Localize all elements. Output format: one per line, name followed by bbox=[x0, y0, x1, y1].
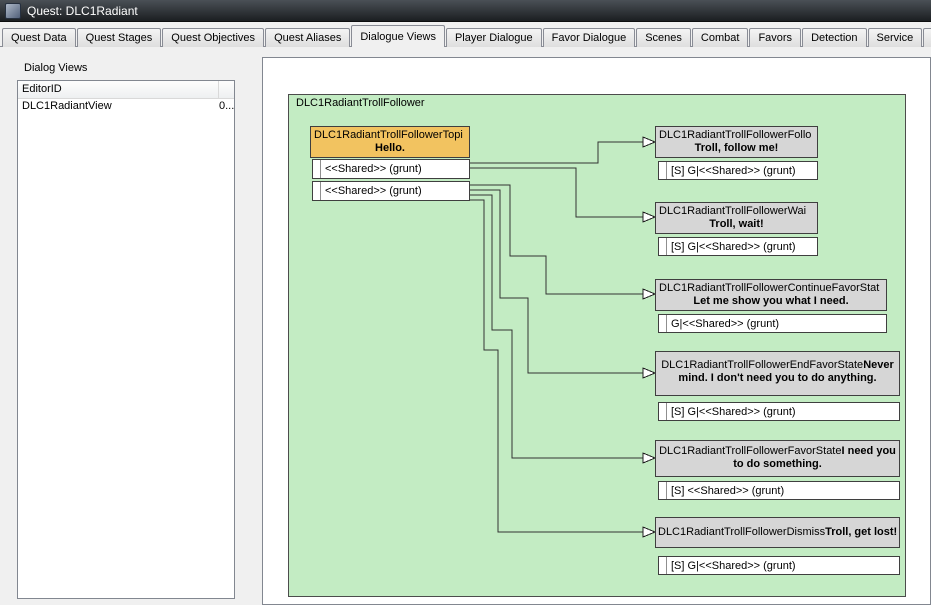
row-gutter bbox=[659, 162, 667, 179]
dialogue-node-favor-state-info-row[interactable]: [S] <<Shared>> (grunt) bbox=[658, 481, 900, 500]
dialogue-node-end-favor-info-row[interactable]: [S] G|<<Shared>> (grunt) bbox=[658, 402, 900, 421]
tab-combat[interactable]: Combat bbox=[691, 28, 749, 47]
dialogue-node-follow-info-row[interactable]: [S] G|<<Shared>> (grunt) bbox=[658, 161, 818, 180]
dialogue-node-title: DLC1RadiantTrollFollowerFollo bbox=[659, 129, 812, 141]
dialogue-node-text: Troll, get lost! bbox=[825, 526, 898, 538]
dialogue-node-title: DLC1RadiantTrollFollowerWai bbox=[659, 205, 807, 217]
tab-quest-aliases[interactable]: Quest Aliases bbox=[265, 28, 351, 47]
row-gutter bbox=[659, 557, 667, 574]
tab-detection[interactable]: Detection bbox=[802, 28, 867, 47]
dialogue-node-title: DLC1RadiantTrollFollowerTopi bbox=[314, 129, 463, 141]
tab-quest-stages[interactable]: Quest Stages bbox=[76, 28, 162, 47]
tab-favors[interactable]: Favors bbox=[749, 28, 802, 47]
dialogue-node-title: DLC1RadiantTrollFollowerFavorState bbox=[659, 445, 842, 457]
dialogue-node-wait-header[interactable]: DLC1RadiantTrollFollowerWai Troll, wait! bbox=[655, 202, 818, 234]
tab-misc[interactable]: Misc bbox=[923, 28, 931, 47]
dialogue-node-title: DLC1RadiantTrollFollowerContinueFavorSta… bbox=[659, 282, 880, 294]
shared-info-label: <<Shared>> (grunt) bbox=[325, 163, 422, 175]
tab-player-dialogue[interactable]: Player Dialogue bbox=[445, 28, 542, 47]
dialogue-node-end-favor-header[interactable]: DLC1RadiantTrollFollowerEndFavorStateNev… bbox=[655, 351, 900, 396]
dialogue-node-text: Hello. bbox=[375, 142, 405, 154]
column-header-editorid[interactable]: EditorID bbox=[18, 81, 219, 98]
dialogue-node-title: DLC1RadiantTrollFollowerEndFavorState bbox=[661, 359, 864, 371]
dialogue-node-root-info-row[interactable]: <<Shared>> (grunt) bbox=[312, 181, 470, 201]
shared-info-label: [S] G|<<Shared>> (grunt) bbox=[671, 164, 796, 177]
row-gutter bbox=[313, 182, 321, 200]
tab-service[interactable]: Service bbox=[867, 28, 923, 47]
dialogue-node-root-header[interactable]: DLC1RadiantTrollFollowerTopi Hello. bbox=[310, 126, 470, 158]
window-title: Quest: DLC1Radiant bbox=[27, 3, 138, 18]
shared-info-label: G|<<Shared>> (grunt) bbox=[671, 317, 780, 330]
dialogue-node-wait-info-row[interactable]: [S] G|<<Shared>> (grunt) bbox=[658, 237, 818, 256]
dialogue-node-root-info-row[interactable]: <<Shared>> (grunt) bbox=[312, 159, 470, 179]
tab-strip: Quest Data Quest Stages Quest Objectives… bbox=[2, 25, 931, 47]
dialog-views-list[interactable]: EditorID DLC1RadiantView 0... bbox=[17, 80, 235, 599]
tab-favor-dialogue[interactable]: Favor Dialogue bbox=[542, 28, 636, 47]
app-icon bbox=[5, 2, 21, 19]
tab-dialogue-views[interactable]: Dialogue Views bbox=[351, 25, 445, 47]
row-gutter bbox=[313, 160, 321, 178]
dialog-views-label: Dialog Views bbox=[24, 62, 88, 74]
row-gutter bbox=[659, 238, 667, 255]
list-item-editorid: DLC1RadiantView bbox=[22, 100, 112, 112]
row-gutter bbox=[659, 315, 667, 332]
dialogue-node-text: Troll, follow me! bbox=[694, 142, 779, 154]
shared-info-label: [S] G|<<Shared>> (grunt) bbox=[671, 240, 796, 253]
dialogue-node-text: Let me show you what I need. bbox=[693, 295, 849, 307]
row-gutter bbox=[659, 403, 667, 420]
dialogue-node-follow-header[interactable]: DLC1RadiantTrollFollowerFollo Troll, fol… bbox=[655, 126, 818, 158]
tab-quest-objectives[interactable]: Quest Objectives bbox=[162, 28, 265, 47]
dialogue-node-continue-favor-info-row[interactable]: G|<<Shared>> (grunt) bbox=[658, 314, 887, 333]
shared-info-label: [S] G|<<Shared>> (grunt) bbox=[671, 405, 796, 418]
list-item-value: 0... bbox=[219, 100, 234, 112]
dialogue-node-continue-favor-header[interactable]: DLC1RadiantTrollFollowerContinueFavorSta… bbox=[655, 279, 887, 311]
row-gutter bbox=[659, 482, 667, 499]
shared-info-label: [S] <<Shared>> (grunt) bbox=[671, 484, 785, 497]
dialogue-branch-label: DLC1RadiantTrollFollower bbox=[296, 97, 425, 109]
column-header-extra[interactable] bbox=[219, 81, 234, 98]
dialogue-node-title: DLC1RadiantTrollFollowerDismiss bbox=[658, 526, 826, 538]
dialogue-node-dismiss-info-row[interactable]: [S] G|<<Shared>> (grunt) bbox=[658, 556, 900, 575]
dialogue-node-dismiss-header[interactable]: DLC1RadiantTrollFollowerDismissTroll, ge… bbox=[655, 517, 900, 548]
list-header[interactable]: EditorID bbox=[18, 81, 234, 99]
title-bar[interactable]: Quest: DLC1Radiant bbox=[0, 0, 931, 22]
tab-quest-data[interactable]: Quest Data bbox=[2, 28, 76, 47]
shared-info-label: <<Shared>> (grunt) bbox=[325, 185, 422, 197]
list-item-dlc1radiantview[interactable]: DLC1RadiantView 0... bbox=[18, 99, 234, 114]
dialogue-node-text: Troll, wait! bbox=[709, 218, 764, 230]
creation-kit-quest-window: Quest: DLC1Radiant Quest Data Quest Stag… bbox=[0, 0, 931, 605]
shared-info-label: [S] G|<<Shared>> (grunt) bbox=[671, 559, 796, 572]
dialogue-node-favor-state-header[interactable]: DLC1RadiantTrollFollowerFavorStateI need… bbox=[655, 440, 900, 477]
tab-scenes[interactable]: Scenes bbox=[636, 28, 691, 47]
